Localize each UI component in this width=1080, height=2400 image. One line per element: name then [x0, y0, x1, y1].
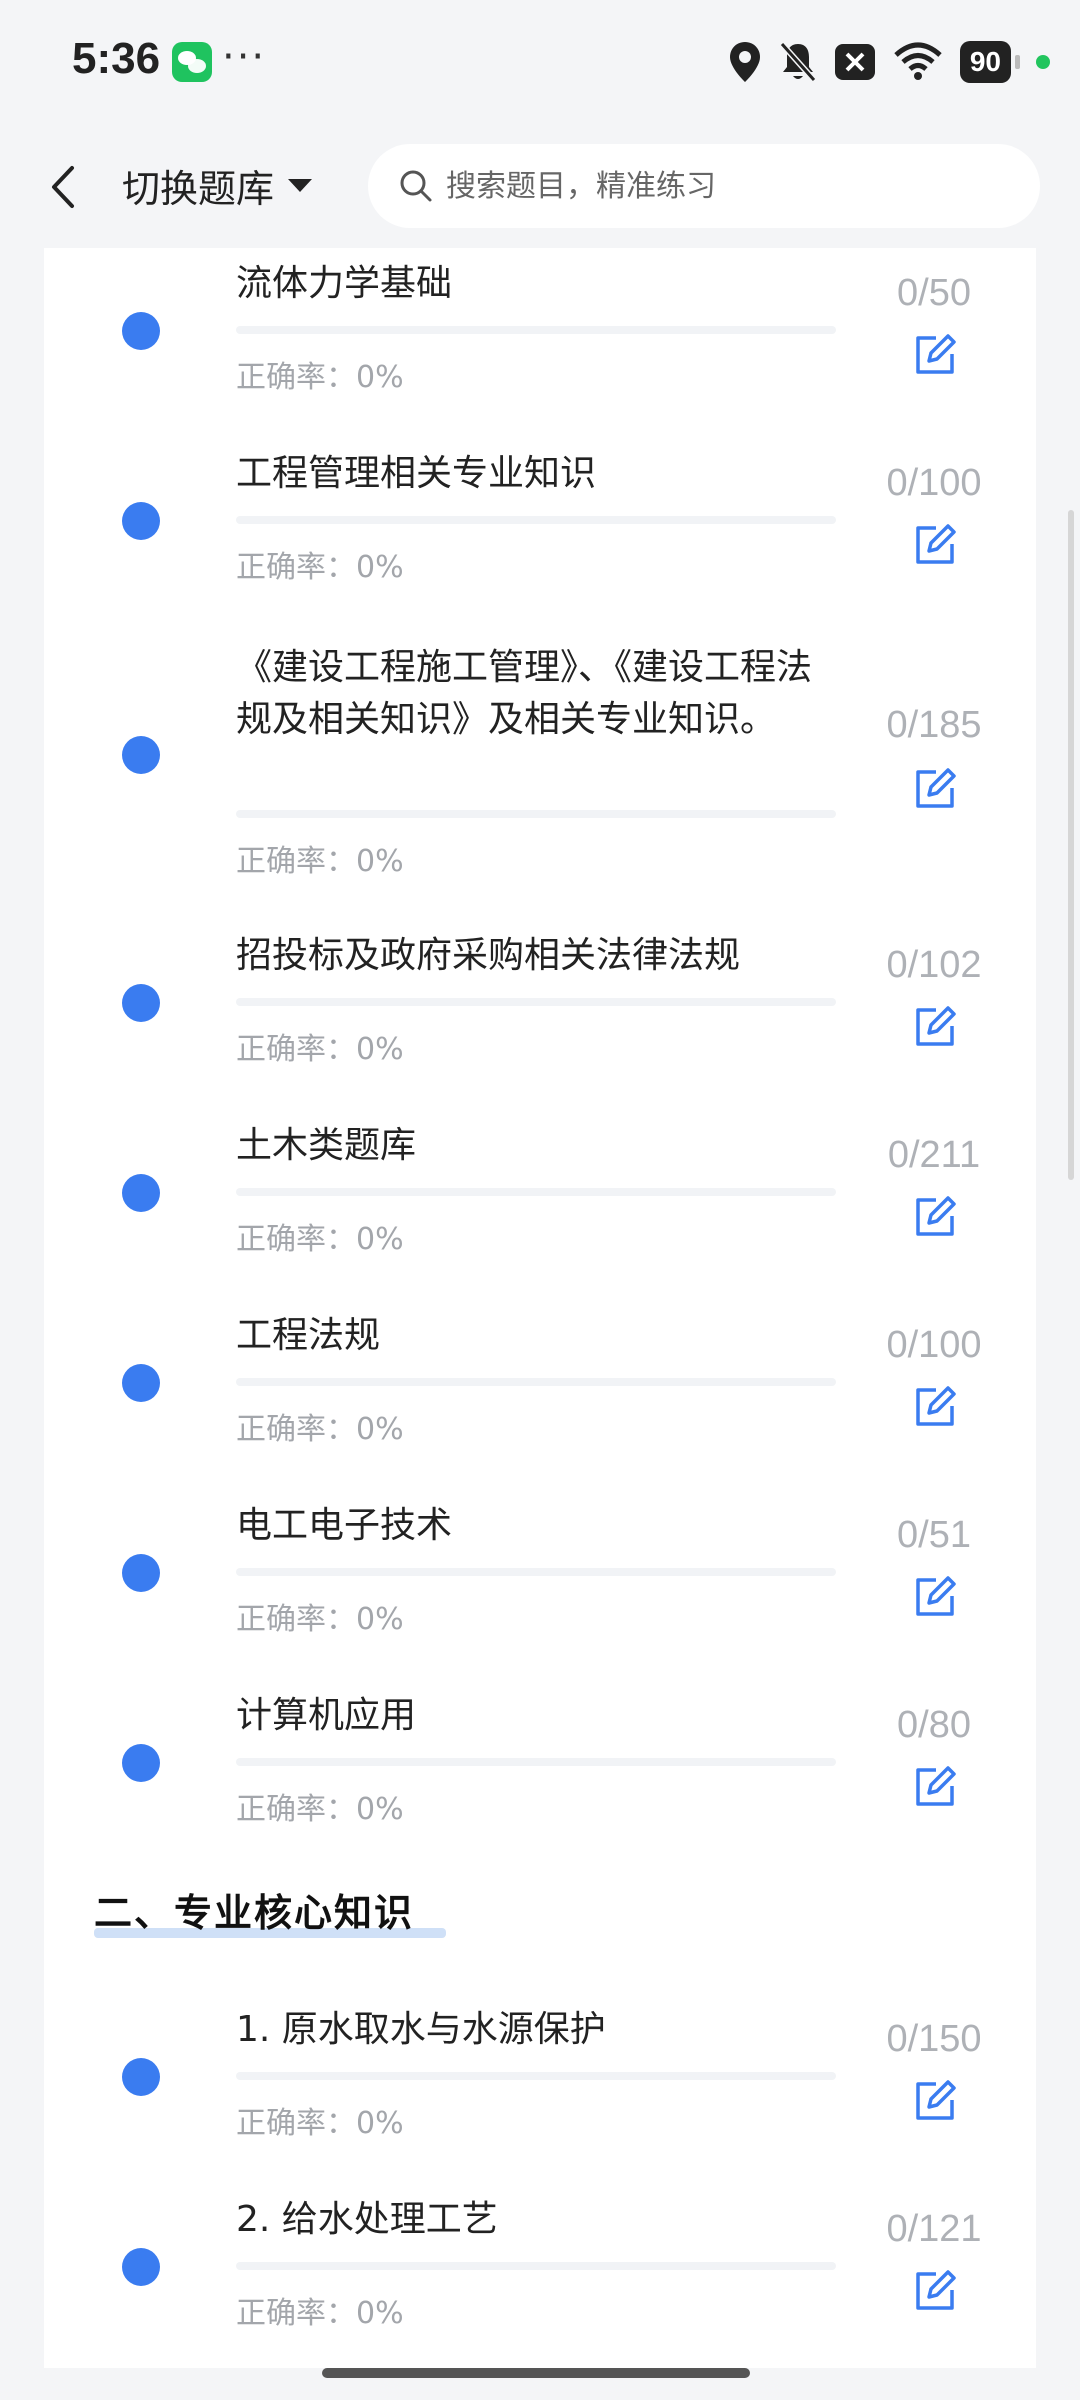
progress-bar	[236, 1568, 836, 1576]
status-dot	[122, 312, 160, 350]
accuracy-text: 正确率：0%	[236, 844, 404, 879]
accuracy-text: 正确率：0%	[236, 1792, 404, 1827]
status-icons: 90	[728, 38, 1050, 86]
edit-icon[interactable]	[912, 1574, 958, 1620]
accuracy-text: 正确率：0%	[236, 1412, 404, 1447]
progress-bar	[236, 326, 836, 334]
mute-bell-icon	[779, 42, 817, 82]
accuracy-text: 正确率：0%	[236, 1032, 404, 1067]
accuracy-text: 正确率：0%	[236, 2296, 404, 2331]
section-title: 二、专业核心知识	[94, 1891, 415, 1935]
item-title: 《建设工程施工管理》、《建设工程法规及相关知识》及相关专业知识。	[236, 647, 813, 740]
item-title: 计算机应用	[236, 1695, 417, 1736]
progress-bar	[236, 2262, 836, 2270]
item-title: 土木类题库	[236, 1125, 417, 1166]
edit-icon[interactable]	[912, 1764, 958, 1810]
edit-icon[interactable]	[912, 1194, 958, 1240]
item-title: 工程管理相关专业知识	[236, 453, 597, 494]
status-dot	[122, 2248, 160, 2286]
progress-bar	[236, 1758, 836, 1766]
location-icon	[729, 42, 760, 82]
item-count: 0/50	[897, 272, 971, 314]
item-title: 工程法规	[236, 1315, 381, 1356]
battery-icon: 90	[959, 41, 1011, 83]
status-dot	[122, 1364, 160, 1402]
item-title: 2. 给水处理工艺	[236, 2199, 498, 2240]
status-dot	[122, 1174, 160, 1212]
wifi-icon	[894, 42, 942, 80]
privacy-indicator-dot	[1036, 55, 1050, 69]
scrollbar[interactable]	[1068, 510, 1074, 1180]
accuracy-text: 正确率：0%	[236, 2106, 404, 2141]
search-icon	[400, 170, 432, 202]
progress-bar	[236, 516, 836, 524]
item-title: 1. 原水取水与水源保护	[236, 2009, 606, 2050]
item-count: 0/211	[887, 1134, 981, 1176]
wechat-icon	[172, 42, 212, 82]
item-count: 0/102	[886, 944, 982, 986]
item-title: 电工电子技术	[236, 1505, 453, 1546]
item-title: 流体力学基础	[236, 263, 453, 304]
item-count: 0/185	[886, 704, 982, 746]
edit-icon[interactable]	[912, 1384, 958, 1430]
accuracy-text: 正确率：0%	[236, 550, 404, 585]
accuracy-text: 正确率：0%	[236, 360, 404, 395]
edit-icon[interactable]	[912, 2078, 958, 2124]
progress-bar	[236, 998, 836, 1006]
edit-icon[interactable]	[912, 766, 958, 812]
item-count: 0/121	[886, 2208, 982, 2250]
item-count: 0/150	[886, 2018, 982, 2060]
status-dot	[122, 502, 160, 540]
status-dot	[122, 736, 160, 774]
edit-icon[interactable]	[912, 1004, 958, 1050]
status-dot	[122, 1744, 160, 1782]
item-count: 0/80	[897, 1704, 971, 1746]
edit-icon[interactable]	[912, 332, 958, 378]
back-arrow-icon[interactable]	[44, 162, 84, 212]
status-dot	[122, 2058, 160, 2096]
item-title: 招投标及政府采购相关法律法规	[236, 935, 741, 976]
item-count: 0/51	[897, 1514, 971, 1556]
close-notification-icon	[834, 44, 875, 80]
status-dot	[122, 984, 160, 1022]
more-notifications-icon: ···	[222, 34, 267, 80]
status-time: 5:36	[72, 34, 161, 83]
top-header: 切换题库	[0, 124, 1080, 248]
switch-bank-dropdown[interactable]: 切换题库	[122, 160, 313, 211]
progress-bar	[236, 1378, 836, 1386]
item-count: 0/100	[886, 1324, 982, 1366]
edit-icon[interactable]	[912, 2268, 958, 2314]
switch-bank-label: 切换题库	[122, 166, 275, 211]
edit-icon[interactable]	[912, 522, 958, 568]
accuracy-text: 正确率：0%	[236, 1222, 404, 1257]
status-dot	[122, 1554, 160, 1592]
item-count: 0/100	[886, 462, 982, 504]
progress-bar	[236, 2072, 836, 2080]
question-bank-list: 流体力学基础 正确率：0% 0/50 工程管理相关专业知识 正确率：0% 0/1…	[44, 248, 1036, 2368]
progress-bar	[236, 1188, 836, 1196]
search-input[interactable]	[444, 167, 1008, 205]
app-screen: 5:36 ··· 90 切换题库 搜索题目，精准练习 流体力学基础 正确率：0%…	[0, 0, 1080, 2400]
home-indicator[interactable]	[322, 2368, 750, 2378]
caret-down-icon	[288, 178, 313, 192]
battery-tip	[1015, 55, 1020, 69]
progress-bar	[236, 810, 836, 818]
accuracy-text: 正确率：0%	[236, 1602, 404, 1637]
status-bar: 5:36 ··· 90	[0, 0, 1080, 124]
search-bar[interactable]	[368, 144, 1040, 228]
